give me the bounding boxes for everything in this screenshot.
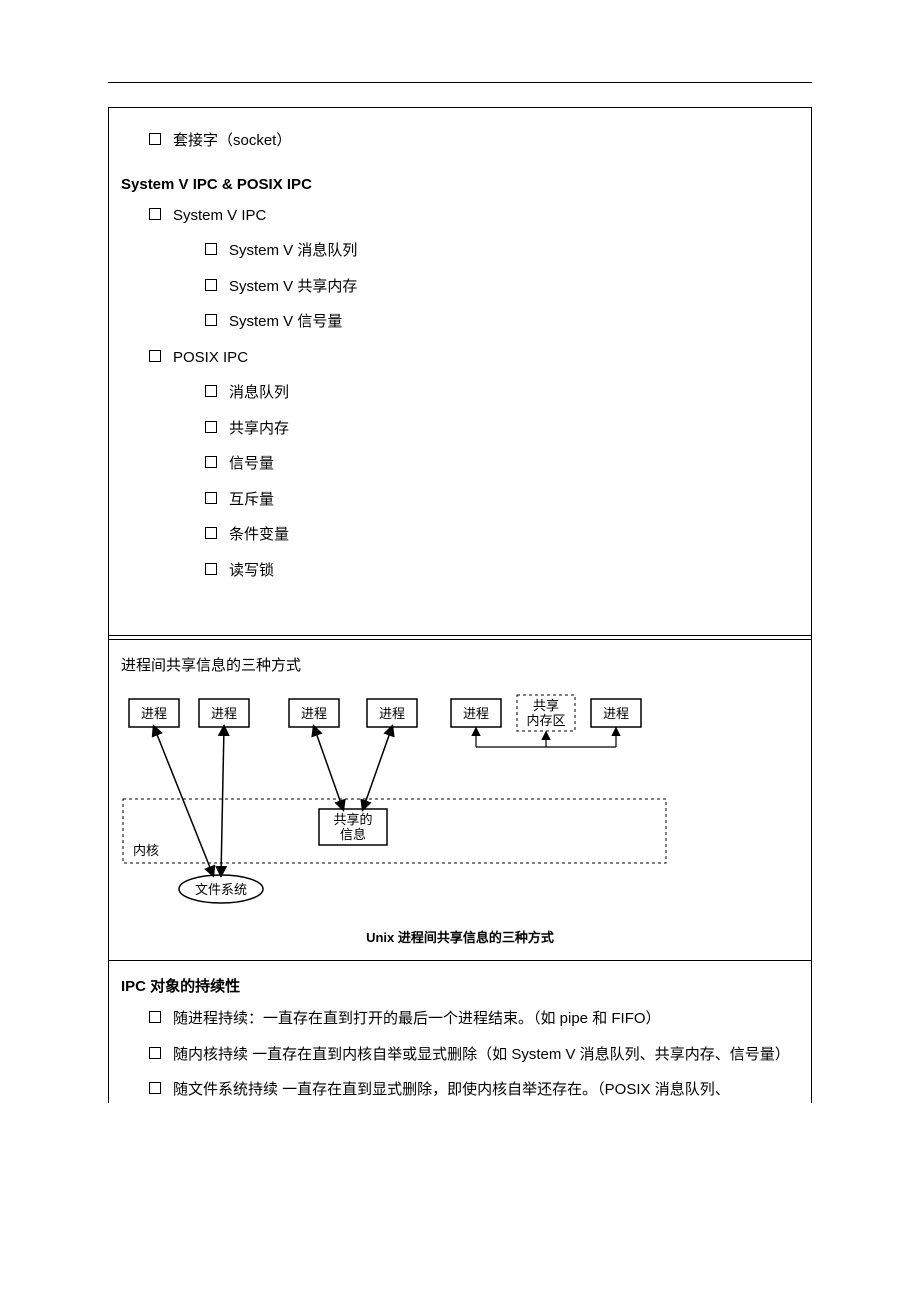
list-item: System V 共享内存 [205,274,799,300]
list-item: 消息队列 [205,380,799,406]
item-text: System V 信号量 [229,309,342,335]
diagram-caption: Unix 进程间共享信息的三种方式 [121,927,799,946]
checkbox-icon [205,279,217,291]
list-item: 读写锁 [205,558,799,584]
list-item: 互斥量 [205,487,799,513]
item-text: System V 消息队列 [229,238,357,264]
checkbox-icon [149,208,161,220]
checkbox-icon [205,456,217,468]
cell-title: 进程间共享信息的三种方式 [121,654,799,675]
checkbox-icon [149,350,161,362]
item-text: 共享内存 [229,416,289,442]
cell-title: IPC 对象的持续性 [121,975,799,996]
shared-info-label: 共享的 [333,812,372,827]
checkbox-icon [205,314,217,326]
list-item: 信号量 [205,451,799,477]
proc-label: 进程 [603,706,629,721]
checkbox-icon [205,243,217,255]
list-item: 随内核持续 一直存在直到内核自举或显式删除（如 System V 消息队列、共享… [149,1042,799,1068]
item-text: System V 共享内存 [229,274,357,300]
proc-label: 进程 [379,706,405,721]
item-text: 互斥量 [229,487,274,513]
checkbox-icon [205,385,217,397]
section-heading: System V IPC & POSIX IPC [121,176,799,193]
sharing-diagram: 进程 进程 进程 进程 进程 共享 内存区 进程 内核 共享的 [121,689,681,919]
shm-label: 内存区 [526,713,565,728]
proc-label: 进程 [301,706,327,721]
checkbox-icon [205,421,217,433]
checkbox-icon [149,133,161,145]
item-text: 随内核持续 一直存在直到内核自举或显式删除（如 System V 消息队列、共享… [173,1042,790,1068]
checkbox-icon [149,1011,161,1023]
content-table: 套接字（socket） System V IPC & POSIX IPC Sys… [108,107,812,1103]
item-text: System V IPC [173,203,266,229]
shared-info-label: 信息 [340,827,366,842]
list-item: 套接字（socket） [149,128,799,154]
cell-persistence: IPC 对象的持续性 随进程持续：一直存在直到打开的最后一个进程结束。（如 pi… [109,961,812,1103]
proc-boxes: 进程 进程 进程 进程 进程 共享 内存区 进程 [129,695,641,731]
item-text: 随文件系统持续 一直存在直到显式删除，即使内核自举还存在。（POSIX 消息队列… [173,1077,730,1103]
list-item: POSIX IPC [149,345,799,371]
proc-label: 进程 [141,706,167,721]
checkbox-icon [205,563,217,575]
checkbox-icon [149,1082,161,1094]
shm-label: 共享 [533,698,559,713]
checkbox-icon [205,492,217,504]
list-item: System V 信号量 [205,309,799,335]
item-text: POSIX IPC [173,345,248,371]
list-item: 条件变量 [205,522,799,548]
cell-diagram: 进程间共享信息的三种方式 进程 进程 进程 进程 [109,640,812,961]
list-item: 随文件系统持续 一直存在直到显式删除，即使内核自举还存在。（POSIX 消息队列… [149,1077,799,1103]
item-text: 条件变量 [229,522,289,548]
kernel-label: 内核 [133,843,159,858]
checkbox-icon [205,527,217,539]
item-text: 随进程持续：一直存在直到打开的最后一个进程结束。（如 pipe 和 FIFO） [173,1006,661,1032]
item-text: 信号量 [229,451,274,477]
header-rule [108,82,812,83]
list-item: System V IPC [149,203,799,229]
list-item: System V 消息队列 [205,238,799,264]
item-text: 读写锁 [229,558,274,584]
fs-label: 文件系统 [195,882,247,897]
list-item: 随进程持续：一直存在直到打开的最后一个进程结束。（如 pipe 和 FIFO） [149,1006,799,1032]
list-item: 共享内存 [205,416,799,442]
cell-ipc-types: 套接字（socket） System V IPC & POSIX IPC Sys… [109,108,812,636]
proc-label: 进程 [463,706,489,721]
item-text: 消息队列 [229,380,289,406]
item-text: 套接字（socket） [173,128,291,154]
proc-label: 进程 [211,706,237,721]
checkbox-icon [149,1047,161,1059]
